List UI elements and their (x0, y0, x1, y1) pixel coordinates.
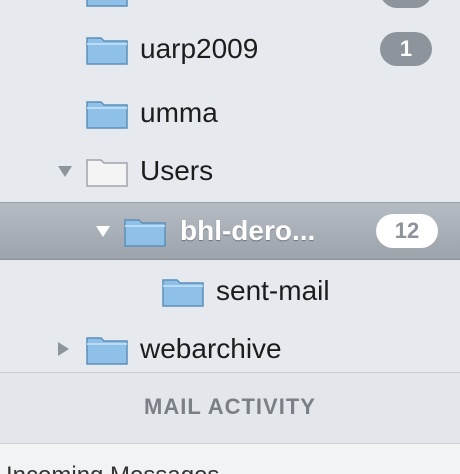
disclosure-triangle-collapsed-icon[interactable] (54, 340, 72, 358)
folder-icon (124, 219, 166, 247)
folder-icon (86, 0, 128, 7)
folder-icon (86, 337, 128, 365)
mailbox-item-webarchive[interactable]: webarchive (0, 320, 460, 378)
unread-count-badge: 1 (380, 32, 432, 66)
mailbox-label: uarp2009 (140, 33, 259, 64)
folder-icon (86, 37, 128, 65)
mailbox-label: bhl-dero... (180, 215, 316, 246)
disclosure-triangle-expanded-icon[interactable] (94, 222, 112, 240)
mailbox-label: Users (140, 155, 214, 186)
mail-activity-panel: Incoming Messages (0, 443, 460, 474)
unread-count-badge: 12 (376, 214, 438, 248)
mailbox-item-partial[interactable] (0, 0, 460, 20)
folder-icon (86, 101, 128, 129)
folder-icon (86, 159, 128, 187)
mailbox-label: webarchive (140, 333, 282, 364)
mailbox-item-sent-mail[interactable]: sent-mail (0, 262, 460, 320)
mailbox-item-umma[interactable]: umma (0, 84, 460, 142)
mailbox-label: umma (140, 97, 218, 128)
mail-sidebar: uarp2009 1 umma Users bhl-dero... 12 sen… (0, 0, 460, 474)
folder-icon (162, 279, 204, 307)
mailbox-item-users[interactable]: Users (0, 142, 460, 200)
mailbox-item-uarp2009[interactable]: uarp2009 1 (0, 20, 460, 78)
disclosure-triangle-expanded-icon[interactable] (56, 162, 74, 180)
mailbox-item-bhl-dero[interactable]: bhl-dero... 12 (0, 202, 460, 260)
unread-badge-partial (380, 0, 432, 8)
mailbox-label: sent-mail (216, 275, 330, 306)
mail-activity-header[interactable]: MAIL ACTIVITY (0, 373, 460, 443)
activity-status-text: Incoming Messages (6, 462, 219, 474)
